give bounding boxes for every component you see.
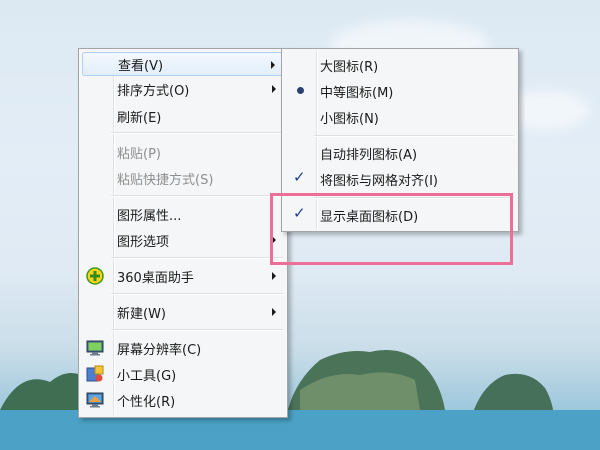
menu-separator [314,135,514,137]
menu-item-refresh[interactable]: 刷新(E) [82,104,284,128]
menu-item-label: 排序方式(O) [117,83,190,99]
menu-separator [111,195,283,197]
menu-item-graphics-options[interactable]: 图形选项 [82,228,284,252]
checkmark-icon: ✓ [293,168,306,186]
360-plus-icon [86,267,104,285]
menu-item-label: 刷新(E) [117,110,162,126]
menu-item-personalize[interactable]: 个性化(R) [82,388,284,412]
menu-item-gadgets[interactable]: 小工具(G) [82,362,284,386]
menu-item-sort-by[interactable]: 排序方式(O) [82,77,284,101]
menu-separator [111,293,283,295]
radio-selected-icon [297,87,304,94]
menu-item-label: 新建(W) [117,306,166,322]
menu-item-label: 个性化(R) [117,394,176,410]
monitor-icon [86,339,104,357]
menu-item-paste[interactable]: 粘贴(P) [82,140,284,164]
menu-item-label: 小工具(G) [117,368,177,384]
menu-item-label: 粘贴快捷方式(S) [117,172,214,188]
menu-item-medium-icons[interactable]: 中等图标(M) [285,79,515,103]
menu-item-label: 将图标与网格对齐(I) [320,173,438,189]
highlight-box [270,193,513,265]
menu-item-label: 屏幕分辨率(C) [117,342,202,358]
menu-item-graphics-properties[interactable]: 图形属性... [82,202,284,226]
menu-item-360-desktop-assistant[interactable]: 360桌面助手 [82,264,284,288]
menu-item-screen-resolution[interactable]: 屏幕分辨率(C) [82,336,284,360]
menu-separator [111,132,283,134]
menu-item-label: 粘贴(P) [117,146,161,162]
menu-item-label: 大图标(R) [320,59,379,75]
gadgets-icon [86,365,104,383]
menu-item-view[interactable]: 查看(V) [82,52,284,76]
menu-item-auto-arrange[interactable]: 自动排列图标(A) [285,141,515,165]
menu-item-label: 360桌面助手 [117,270,194,286]
menu-item-paste-shortcut[interactable]: 粘贴快捷方式(S) [82,166,284,190]
submenu-arrow-icon [272,308,276,316]
menu-item-large-icons[interactable]: 大图标(R) [285,53,515,77]
submenu-arrow-icon [271,61,275,69]
submenu-arrow-icon [272,272,276,280]
menu-item-label: 自动排列图标(A) [320,147,418,163]
menu-item-align-to-grid[interactable]: ✓ 将图标与网格对齐(I) [285,167,515,191]
personalize-icon [86,391,104,409]
submenu-arrow-icon [272,85,276,93]
menu-item-label: 中等图标(M) [320,85,394,101]
menu-item-label: 查看(V) [118,58,164,74]
menu-item-label: 图形选项 [117,234,170,250]
menu-separator [111,329,283,331]
menu-item-label: 图形属性... [117,208,182,224]
menu-item-new[interactable]: 新建(W) [82,300,284,324]
menu-separator [111,257,283,259]
desktop-context-menu: 查看(V) 排序方式(O) 刷新(E) 粘贴(P) 粘贴快捷方式(S) 图形属性… [78,48,288,418]
menu-item-label: 小图标(N) [320,111,379,127]
menu-item-small-icons[interactable]: 小图标(N) [285,105,515,129]
